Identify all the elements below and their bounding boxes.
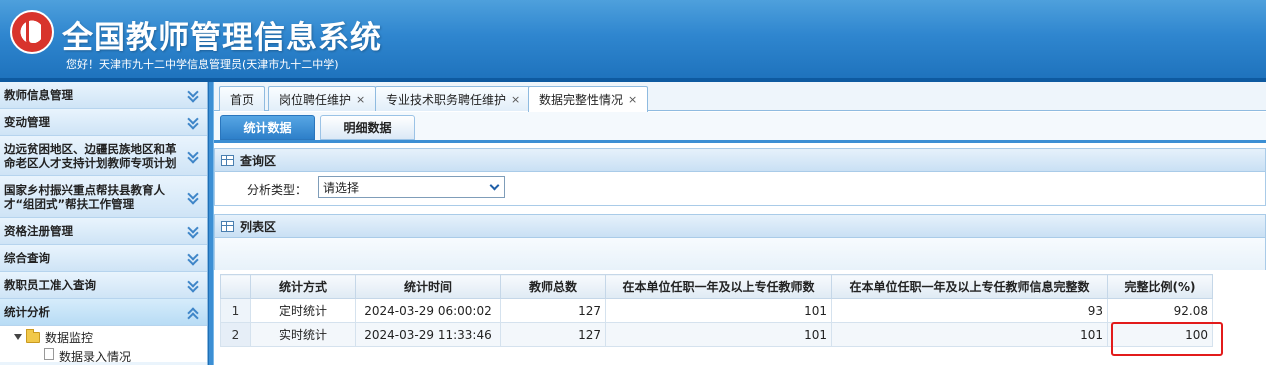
cell-teacher-total: 127 xyxy=(500,322,606,347)
sidebar-item-rural-support[interactable]: 国家乡村振兴重点帮扶县教育人才“组团式”帮扶工作管理 xyxy=(0,176,207,218)
main-content: 首页 岗位聘任维护 × 专业技术职务聘任维护 × 数据完整性情况 × 统计数据 … xyxy=(214,82,1266,365)
column-header[interactable]: 统计时间 xyxy=(355,274,501,299)
table-icon xyxy=(221,154,234,166)
cell-stat-time: 2024-03-29 11:33:46 xyxy=(355,322,501,347)
list-toolbar xyxy=(214,238,1266,270)
sidebar-item-label: 边远贫困地区、边疆民族地区和革命老区人才支持计划教师专项计划 xyxy=(4,141,177,170)
sidebar-item-label: 资格注册管理 xyxy=(4,224,73,238)
cell-stat-time: 2024-03-29 06:00:02 xyxy=(355,298,501,323)
sidebar-item-teacher-info[interactable]: 教师信息管理 xyxy=(0,82,207,109)
chevron-up-icon xyxy=(187,305,199,319)
tab-title-appointment[interactable]: 专业技术职务聘任维护 × xyxy=(375,86,532,111)
column-header[interactable]: 在本单位任职一年及以上专任教师数 xyxy=(605,274,832,299)
analysis-type-label: 分析类型： xyxy=(247,183,308,197)
highlight-box xyxy=(1111,322,1223,356)
sidebar-tree: 数据监控 数据录入情况 xyxy=(0,326,207,362)
select-value: 请选择 xyxy=(323,180,360,195)
column-header[interactable]: 统计方式 xyxy=(250,274,356,299)
app-header: 全国教师管理信息系统 您好！天津市九十二中学信息管理员(天津市九十二中学) xyxy=(0,0,1266,78)
sidebar: 教师信息管理 变动管理 边远贫困地区、边疆民族地区和革命老区人才支持计划教师专项… xyxy=(0,82,208,365)
column-header[interactable]: 在本单位任职一年及以上专任教师信息完整数 xyxy=(831,274,1108,299)
cell-stat-method: 实时统计 xyxy=(250,322,356,347)
query-panel: 分析类型： 请选择 xyxy=(214,172,1266,206)
table-row[interactable]: 2 实时统计 2024-03-29 11:33:46 127 101 101 1… xyxy=(220,322,1213,347)
subtab-details[interactable]: 明细数据 xyxy=(320,115,415,140)
tree-node-label: 数据录入情况 xyxy=(59,350,132,362)
sidebar-item-staff-access[interactable]: 教职员工准入查询 xyxy=(0,272,207,299)
sidebar-item-label: 变动管理 xyxy=(4,115,50,129)
sidebar-item-label: 教职员工准入查询 xyxy=(4,278,96,292)
list-panel-header: 列表区 xyxy=(214,214,1266,238)
tab-post-appointment[interactable]: 岗位聘任维护 × xyxy=(268,86,377,111)
cell-full-time-count: 101 xyxy=(605,322,832,347)
chevron-down-icon xyxy=(187,224,199,238)
sidebar-item-label: 统计分析 xyxy=(4,305,50,319)
data-table: 统计方式 统计时间 教师总数 在本单位任职一年及以上专任教师数 在本单位任职一年… xyxy=(220,274,1213,347)
sidebar-item-statistics[interactable]: 统计分析 xyxy=(0,299,207,326)
cell-complete-count: 101 xyxy=(831,322,1108,347)
sidebar-item-label: 综合查询 xyxy=(4,251,50,265)
cell-complete-ratio: 92.08 xyxy=(1107,298,1213,323)
sidebar-item-qualification[interactable]: 资格注册管理 xyxy=(0,218,207,245)
list-panel-title: 列表区 xyxy=(240,219,277,234)
sidebar-item-special-program[interactable]: 边远贫困地区、边疆民族地区和革命老区人才支持计划教师专项计划 xyxy=(0,136,207,176)
tab-label: 首页 xyxy=(230,92,255,107)
cell-complete-count: 93 xyxy=(831,298,1108,323)
column-header[interactable]: 教师总数 xyxy=(500,274,606,299)
tab-bar: 首页 岗位聘任维护 × 专业技术职务聘任维护 × 数据完整性情况 × xyxy=(214,82,1266,112)
cell-teacher-total: 127 xyxy=(500,298,606,323)
row-number: 1 xyxy=(220,298,251,323)
table-header-row: 统计方式 统计时间 教师总数 在本单位任职一年及以上专任教师数 在本单位任职一年… xyxy=(220,274,1213,299)
close-icon[interactable]: × xyxy=(511,93,520,106)
table-icon xyxy=(221,220,234,232)
close-icon[interactable]: × xyxy=(356,93,365,106)
query-panel-header: 查询区 xyxy=(214,148,1266,172)
tree-node-label: 数据监控 xyxy=(45,330,94,345)
chevron-down-icon xyxy=(187,190,199,204)
tree-node-data-entry[interactable]: 数据录入情况 xyxy=(0,348,207,362)
tab-label: 岗位聘任维护 xyxy=(279,92,352,107)
chevron-down-icon xyxy=(187,149,199,163)
column-header xyxy=(220,274,251,299)
subtab-bar: 统计数据 明细数据 xyxy=(214,112,1266,143)
expand-triangle-icon[interactable] xyxy=(14,334,22,340)
tab-label: 数据完整性情况 xyxy=(539,93,624,107)
query-panel-title: 查询区 xyxy=(240,153,277,168)
chevron-down-icon xyxy=(489,180,500,191)
document-icon xyxy=(44,348,54,360)
sidebar-item-label: 国家乡村振兴重点帮扶县教育人才“组团式”帮扶工作管理 xyxy=(4,182,165,211)
chevron-down-icon xyxy=(187,115,199,129)
chevron-down-icon xyxy=(187,88,199,102)
chevron-down-icon xyxy=(187,278,199,292)
logo-icon xyxy=(10,10,54,54)
column-header[interactable]: 完整比例(%) xyxy=(1107,274,1213,299)
folder-icon xyxy=(26,328,40,343)
cell-full-time-count: 101 xyxy=(605,298,832,323)
app-title: 全国教师管理信息系统 xyxy=(62,20,382,56)
welcome-text: 您好！天津市九十二中学信息管理员(天津市九十二中学) xyxy=(66,58,339,71)
sidebar-item-label: 教师信息管理 xyxy=(4,88,73,102)
sidebar-item-change-mgmt[interactable]: 变动管理 xyxy=(0,109,207,136)
close-icon[interactable]: × xyxy=(628,93,637,106)
subtab-statistics[interactable]: 统计数据 xyxy=(220,115,315,140)
tree-node-data-monitor[interactable]: 数据监控 xyxy=(0,326,207,348)
sidebar-item-query[interactable]: 综合查询 xyxy=(0,245,207,272)
table-row[interactable]: 1 定时统计 2024-03-29 06:00:02 127 101 93 92… xyxy=(220,298,1213,323)
tab-home[interactable]: 首页 xyxy=(219,86,266,111)
row-number: 2 xyxy=(220,322,251,347)
tab-data-integrity[interactable]: 数据完整性情况 × xyxy=(528,86,649,112)
chevron-down-icon xyxy=(187,251,199,265)
analysis-type-select[interactable]: 请选择 xyxy=(318,176,505,198)
cell-stat-method: 定时统计 xyxy=(250,298,356,323)
tab-label: 专业技术职务聘任维护 xyxy=(386,92,507,107)
